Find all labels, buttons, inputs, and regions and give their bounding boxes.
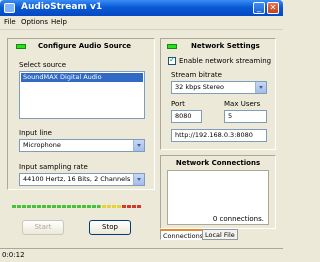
- network-connections-panel: Network Connections 0 connections.: [160, 155, 276, 229]
- url-field[interactable]: http://192.168.0.3:8080: [171, 129, 267, 142]
- chevron-down-icon[interactable]: [133, 140, 144, 151]
- network-status-led: [167, 44, 177, 49]
- input-line-label: Input line: [19, 129, 52, 137]
- app-icon: [4, 3, 15, 13]
- connections-list[interactable]: 0 connections.: [167, 170, 269, 225]
- select-source-label: Select source: [19, 61, 67, 69]
- sampling-rate-label: Input sampling rate: [19, 163, 88, 171]
- title-bar[interactable]: AudioStream v1 _ ✕: [0, 0, 283, 16]
- port-label: Port: [171, 100, 185, 108]
- start-button[interactable]: Start: [22, 220, 64, 235]
- window-title: AudioStream v1: [21, 2, 103, 12]
- stop-button[interactable]: Stop: [89, 220, 131, 235]
- audio-source-title: Configure Audio Source: [38, 42, 131, 50]
- audio-level-meter: [12, 205, 142, 208]
- elapsed-time: 0:0:12: [2, 251, 25, 259]
- minimize-button[interactable]: _: [253, 2, 265, 14]
- network-settings-title: Network Settings: [191, 42, 260, 50]
- input-line-value: Microphone: [23, 141, 61, 149]
- menu-help[interactable]: Help: [51, 18, 67, 26]
- bitrate-select[interactable]: 32 kbps Stereo: [171, 81, 267, 94]
- network-connections-title: Network Connections: [175, 159, 261, 167]
- source-listbox[interactable]: SoundMAX Digital Audio: [19, 71, 145, 119]
- audio-source-panel: Configure Audio Source Select source Sou…: [7, 38, 155, 190]
- bitrate-value: 32 kbps Stereo: [175, 83, 224, 91]
- chevron-down-icon[interactable]: [133, 174, 144, 185]
- close-button[interactable]: ✕: [267, 2, 279, 14]
- port-field[interactable]: 8080: [171, 110, 202, 123]
- tab-local-file[interactable]: Local File: [202, 229, 238, 240]
- menu-bar: File Options Help: [0, 16, 283, 30]
- sampling-rate-select[interactable]: 44100 Hertz, 16 Bits, 2 Channels: [19, 173, 145, 186]
- menu-options[interactable]: Options: [21, 18, 48, 26]
- network-settings-panel: Network Settings Enable network streamin…: [160, 38, 276, 150]
- tab-connections[interactable]: Connections: [160, 229, 207, 240]
- menu-file[interactable]: File: [4, 18, 16, 26]
- chevron-down-icon[interactable]: [255, 82, 266, 93]
- source-status-led: [16, 44, 26, 49]
- input-line-select[interactable]: Microphone: [19, 139, 145, 152]
- sampling-rate-value: 44100 Hertz, 16 Bits, 2 Channels: [23, 175, 131, 183]
- enable-streaming-label: Enable network streaming: [179, 57, 272, 65]
- max-users-field[interactable]: 5: [224, 110, 267, 123]
- connections-count: 0 connections.: [212, 215, 264, 223]
- max-users-label: Max Users: [224, 100, 261, 108]
- bitrate-label: Stream bitrate: [171, 71, 222, 79]
- source-list-item[interactable]: SoundMAX Digital Audio: [21, 73, 143, 82]
- enable-streaming-checkbox[interactable]: [168, 55, 176, 65]
- status-bar: 0:0:12: [0, 248, 283, 262]
